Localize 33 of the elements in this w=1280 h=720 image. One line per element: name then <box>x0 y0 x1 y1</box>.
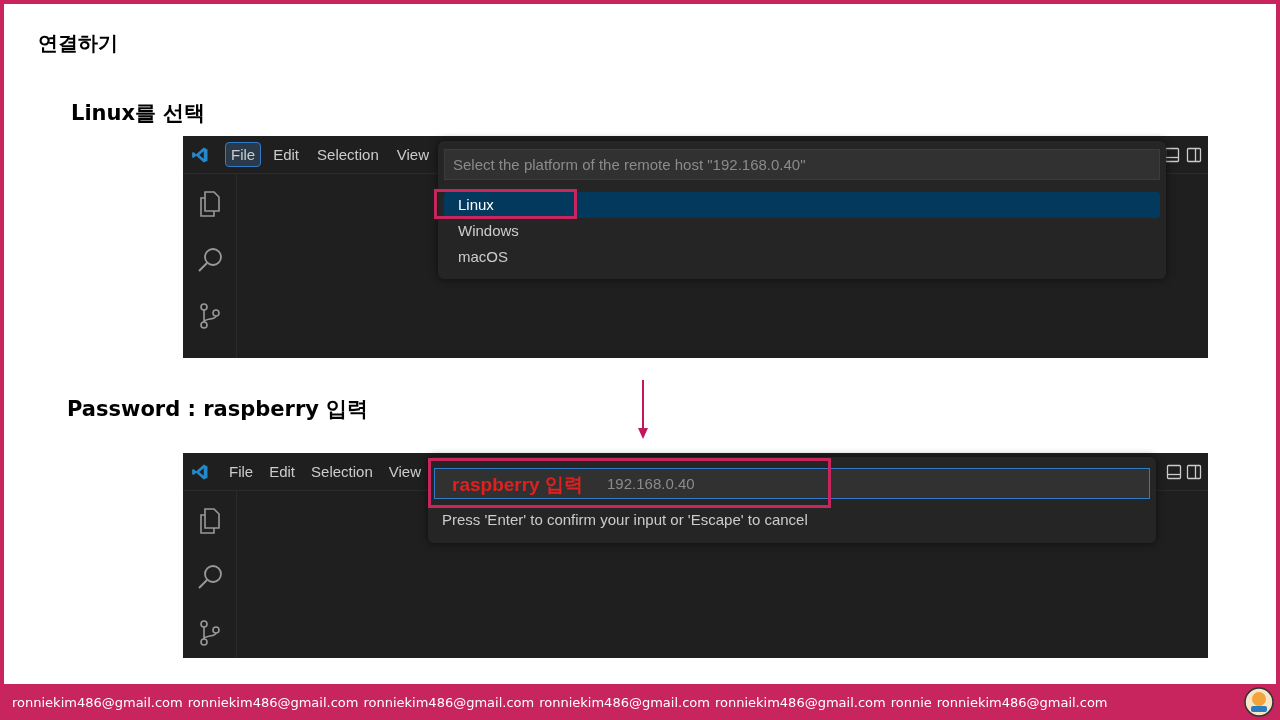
input-hint: Press 'Enter' to confirm your input or 'Escape' to cancel <box>441 511 808 528</box>
menu-item[interactable]: Edit <box>263 459 302 484</box>
panel-layout-icon[interactable] <box>1166 463 1182 480</box>
logo-icon <box>191 145 209 164</box>
menu-item[interactable]: Edit <box>267 142 306 167</box>
step-heading: Linux를 선택 <box>71 100 206 127</box>
sidebar-layout-icon[interactable] <box>1186 146 1202 163</box>
menu-item[interactable]: Selection <box>311 142 385 167</box>
platform-option[interactable]: macOS <box>444 244 1160 270</box>
menu-item[interactable]: View <box>390 142 435 167</box>
footer-email: ronnie <box>890 694 932 710</box>
footer-email: ronniekim486@gmail.com <box>12 694 183 710</box>
platform-option[interactable]: Windows <box>444 218 1160 244</box>
platform-input-field[interactable]: Select the platform of the remote host "192.168.0.40" <box>444 149 1160 180</box>
footer-email: ronniekim486@gmail.com <box>363 694 535 710</box>
footer-email: ronniekim486@gmail.com <box>936 694 1108 710</box>
source-control-icon[interactable] <box>197 619 222 647</box>
menu-item[interactable]: File <box>225 142 262 167</box>
down-arrow-icon <box>637 380 649 440</box>
menu-item[interactable]: File <box>223 459 260 484</box>
footer-email: ronniekim486@gmail.com <box>714 694 886 710</box>
sidebar-layout-icon[interactable] <box>1186 463 1202 480</box>
footer-email: ronniekim486@gmail.com <box>539 694 710 710</box>
slide-title: 연결하기 <box>38 30 118 57</box>
menu-item[interactable]: View <box>382 459 427 484</box>
source-control-icon[interactable] <box>197 302 222 330</box>
menu-item[interactable]: Selection <box>305 459 379 484</box>
step-heading: Password : raspberry 입력 <box>67 396 369 423</box>
platform-option[interactable]: Linux <box>444 192 1160 218</box>
annotation-text: raspberry 입력 <box>452 473 583 497</box>
footer-email: ronniekim486@gmail.com <box>187 694 359 710</box>
logo-icon <box>191 462 209 481</box>
logo-icon <box>1244 687 1274 717</box>
